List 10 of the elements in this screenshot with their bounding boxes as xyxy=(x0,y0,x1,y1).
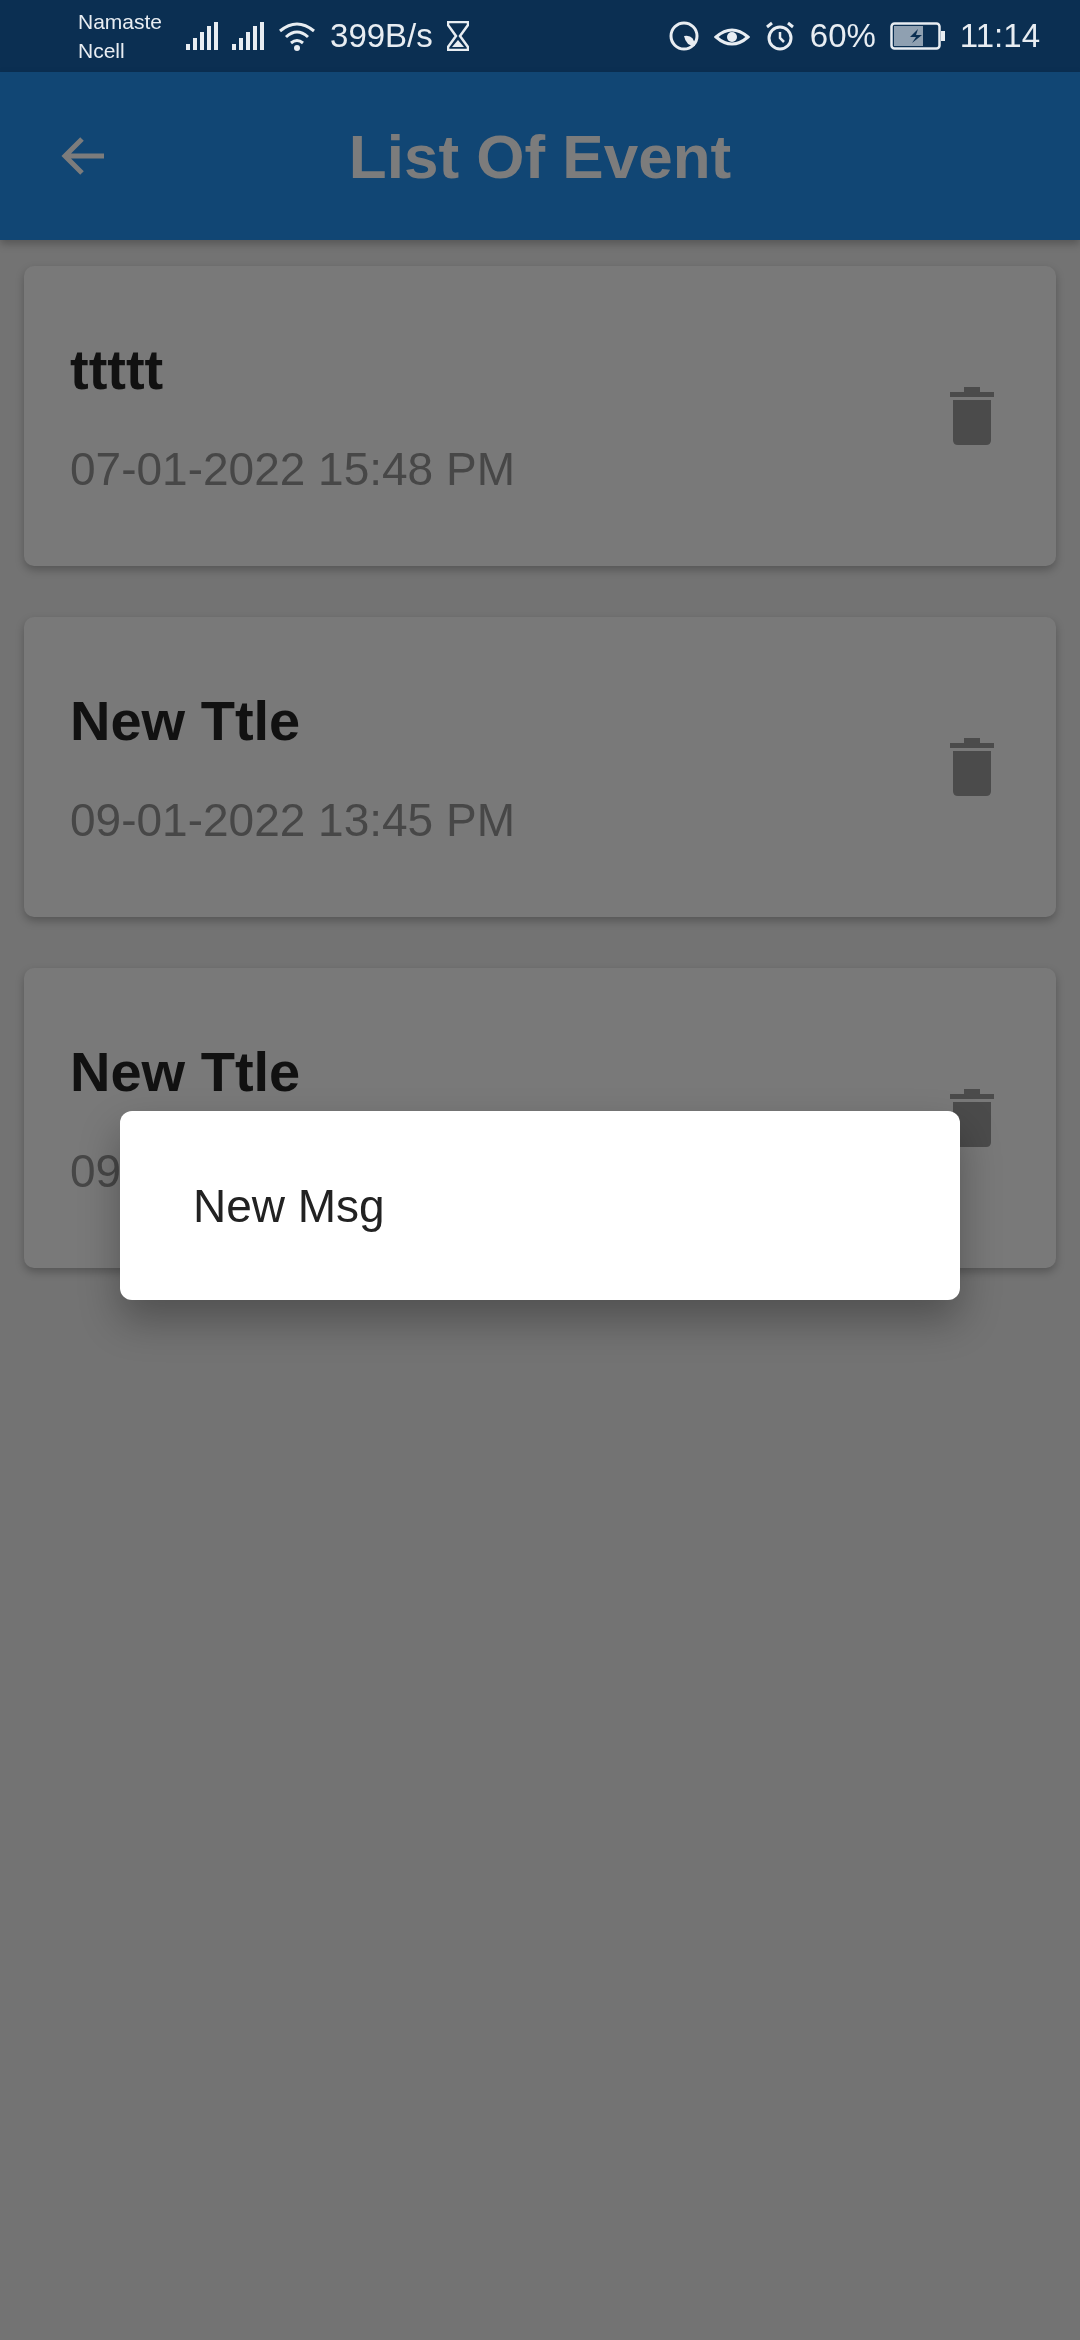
event-title: ttttt xyxy=(70,336,165,402)
screen-title: List Of Event xyxy=(347,120,733,192)
network-speed: 399B/s xyxy=(330,17,433,55)
carrier-name: Ncell xyxy=(78,38,126,64)
clock: 11:14 xyxy=(959,17,1040,55)
event-title: New Ttle xyxy=(70,1038,302,1104)
carrier-name: Namaste xyxy=(78,9,163,35)
dialog-message: New Msg xyxy=(193,1178,385,1233)
battery-percent: 60% xyxy=(809,17,876,55)
event-title: New Ttle xyxy=(70,687,302,753)
